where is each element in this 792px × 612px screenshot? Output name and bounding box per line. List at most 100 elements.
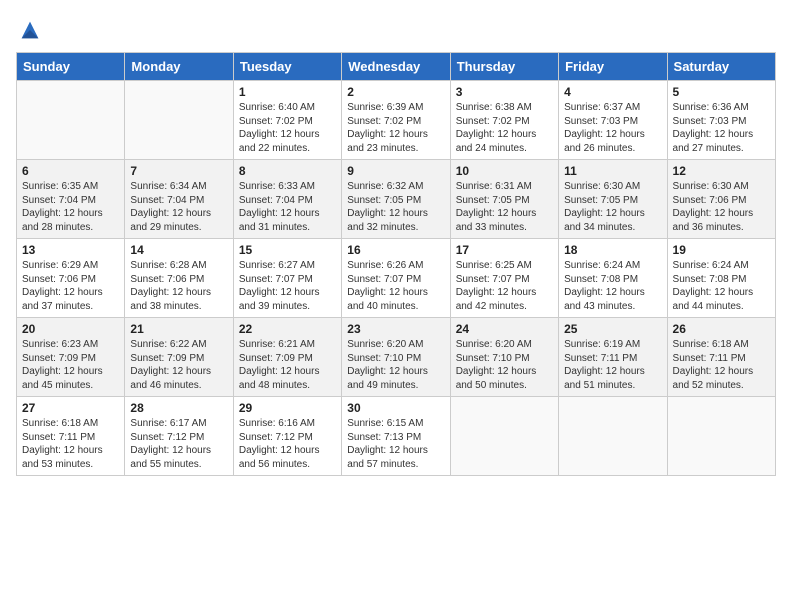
day-info: Sunrise: 6:38 AM Sunset: 7:02 PM Dayligh… (456, 101, 553, 155)
day-number: 2 (347, 85, 444, 99)
calendar-day-cell: 10 Sunrise: 6:31 AM Sunset: 7:05 PM Dayli… (450, 160, 558, 239)
day-info: Sunrise: 6:24 AM Sunset: 7:08 PM Dayligh… (564, 259, 661, 313)
day-number: 3 (456, 85, 553, 99)
calendar-day-cell: 6 Sunrise: 6:35 AM Sunset: 7:04 PM Daylig… (17, 160, 125, 239)
day-number: 29 (239, 401, 336, 415)
day-info: Sunrise: 6:16 AM Sunset: 7:12 PM Dayligh… (239, 417, 336, 471)
calendar-day-cell: 22 Sunrise: 6:21 AM Sunset: 7:09 PM Dayli… (233, 318, 341, 397)
day-info: Sunrise: 6:21 AM Sunset: 7:09 PM Dayligh… (239, 338, 336, 392)
calendar-day-cell: 30 Sunrise: 6:15 AM Sunset: 7:13 PM Dayli… (342, 397, 450, 476)
day-info: Sunrise: 6:30 AM Sunset: 7:06 PM Dayligh… (673, 180, 770, 234)
calendar-day-cell: 14 Sunrise: 6:28 AM Sunset: 7:06 PM Dayli… (125, 239, 233, 318)
calendar-day-cell: 13 Sunrise: 6:29 AM Sunset: 7:06 PM Dayli… (17, 239, 125, 318)
calendar-week-row: 20Sunrise: 6:23 AM Sunset: 7:09 PM Dayli… (17, 318, 776, 397)
day-info: Sunrise: 6:20 AM Sunset: 7:10 PM Dayligh… (456, 338, 553, 392)
header-saturday: Saturday (667, 53, 775, 81)
calendar-day-cell: 18 Sunrise: 6:24 AM Sunset: 7:08 PM Dayli… (559, 239, 667, 318)
calendar-day-cell: 26 Sunrise: 6:18 AM Sunset: 7:11 PM Dayli… (667, 318, 775, 397)
day-info: Sunrise: 6:25 AM Sunset: 7:07 PM Dayligh… (456, 259, 553, 313)
calendar-day-cell: 28 Sunrise: 6:17 AM Sunset: 7:12 PM Dayli… (125, 397, 233, 476)
header-thursday: Thursday (450, 53, 558, 81)
day-number: 14 (130, 243, 227, 257)
day-number: 13 (22, 243, 119, 257)
day-info: Sunrise: 6:40 AM Sunset: 7:02 PM Dayligh… (239, 101, 336, 155)
calendar-day-cell (125, 81, 233, 160)
day-info: Sunrise: 6:24 AM Sunset: 7:08 PM Dayligh… (673, 259, 770, 313)
calendar-day-cell: 29 Sunrise: 6:16 AM Sunset: 7:12 PM Dayli… (233, 397, 341, 476)
day-number: 27 (22, 401, 119, 415)
day-info: Sunrise: 6:19 AM Sunset: 7:11 PM Dayligh… (564, 338, 661, 392)
day-info: Sunrise: 6:35 AM Sunset: 7:04 PM Dayligh… (22, 180, 119, 234)
calendar-day-cell: 4 Sunrise: 6:37 AM Sunset: 7:03 PM Daylig… (559, 81, 667, 160)
day-number: 22 (239, 322, 336, 336)
calendar-day-cell: 5 Sunrise: 6:36 AM Sunset: 7:03 PM Daylig… (667, 81, 775, 160)
calendar-day-cell: 17 Sunrise: 6:25 AM Sunset: 7:07 PM Dayli… (450, 239, 558, 318)
day-number: 25 (564, 322, 661, 336)
day-number: 10 (456, 164, 553, 178)
day-number: 18 (564, 243, 661, 257)
day-info: Sunrise: 6:30 AM Sunset: 7:05 PM Dayligh… (564, 180, 661, 234)
calendar-week-row: 6 Sunrise: 6:35 AM Sunset: 7:04 PM Daylig… (17, 160, 776, 239)
calendar-day-cell: 11 Sunrise: 6:30 AM Sunset: 7:05 PM Dayli… (559, 160, 667, 239)
calendar-day-cell: 7Sunrise: 6:34 AM Sunset: 7:04 PM Daylig… (125, 160, 233, 239)
calendar-day-cell: 8 Sunrise: 6:33 AM Sunset: 7:04 PM Daylig… (233, 160, 341, 239)
day-number: 5 (673, 85, 770, 99)
day-number: 12 (673, 164, 770, 178)
calendar-day-cell: 19 Sunrise: 6:24 AM Sunset: 7:08 PM Dayli… (667, 239, 775, 318)
day-info: Sunrise: 6:15 AM Sunset: 7:13 PM Dayligh… (347, 417, 444, 471)
calendar-day-cell: 12 Sunrise: 6:30 AM Sunset: 7:06 PM Dayli… (667, 160, 775, 239)
day-info: Sunrise: 6:26 AM Sunset: 7:07 PM Dayligh… (347, 259, 444, 313)
day-info: Sunrise: 6:33 AM Sunset: 7:04 PM Dayligh… (239, 180, 336, 234)
logo (16, 16, 48, 44)
day-number: 28 (130, 401, 227, 415)
day-info: Sunrise: 6:22 AM Sunset: 7:09 PM Dayligh… (130, 338, 227, 392)
day-number: 11 (564, 164, 661, 178)
day-number: 6 (22, 164, 119, 178)
calendar-day-cell: 15 Sunrise: 6:27 AM Sunset: 7:07 PM Dayli… (233, 239, 341, 318)
calendar-day-cell: 9Sunrise: 6:32 AM Sunset: 7:05 PM Daylig… (342, 160, 450, 239)
calendar-day-cell (450, 397, 558, 476)
day-info: Sunrise: 6:37 AM Sunset: 7:03 PM Dayligh… (564, 101, 661, 155)
day-number: 23 (347, 322, 444, 336)
day-info: Sunrise: 6:31 AM Sunset: 7:05 PM Dayligh… (456, 180, 553, 234)
day-number: 30 (347, 401, 444, 415)
calendar-week-row: 27Sunrise: 6:18 AM Sunset: 7:11 PM Dayli… (17, 397, 776, 476)
day-info: Sunrise: 6:29 AM Sunset: 7:06 PM Dayligh… (22, 259, 119, 313)
day-number: 4 (564, 85, 661, 99)
day-info: Sunrise: 6:39 AM Sunset: 7:02 PM Dayligh… (347, 101, 444, 155)
calendar-day-cell: 25 Sunrise: 6:19 AM Sunset: 7:11 PM Dayli… (559, 318, 667, 397)
day-number: 16 (347, 243, 444, 257)
header-wednesday: Wednesday (342, 53, 450, 81)
calendar-day-cell: 24 Sunrise: 6:20 AM Sunset: 7:10 PM Dayli… (450, 318, 558, 397)
calendar-week-row: 1 Sunrise: 6:40 AM Sunset: 7:02 PM Daylig… (17, 81, 776, 160)
day-info: Sunrise: 6:17 AM Sunset: 7:12 PM Dayligh… (130, 417, 227, 471)
page-header (16, 16, 776, 44)
day-number: 7 (130, 164, 227, 178)
calendar-day-cell: 2 Sunrise: 6:39 AM Sunset: 7:02 PM Daylig… (342, 81, 450, 160)
calendar-week-row: 13 Sunrise: 6:29 AM Sunset: 7:06 PM Dayli… (17, 239, 776, 318)
day-number: 8 (239, 164, 336, 178)
day-info: Sunrise: 6:20 AM Sunset: 7:10 PM Dayligh… (347, 338, 444, 392)
day-number: 24 (456, 322, 553, 336)
day-info: Sunrise: 6:28 AM Sunset: 7:06 PM Dayligh… (130, 259, 227, 313)
day-info: Sunrise: 6:27 AM Sunset: 7:07 PM Dayligh… (239, 259, 336, 313)
day-number: 21 (130, 322, 227, 336)
calendar-day-cell: 16 Sunrise: 6:26 AM Sunset: 7:07 PM Dayli… (342, 239, 450, 318)
calendar-day-cell (559, 397, 667, 476)
day-number: 17 (456, 243, 553, 257)
calendar-day-cell: 1 Sunrise: 6:40 AM Sunset: 7:02 PM Daylig… (233, 81, 341, 160)
calendar-day-cell: 3 Sunrise: 6:38 AM Sunset: 7:02 PM Daylig… (450, 81, 558, 160)
day-number: 26 (673, 322, 770, 336)
day-info: Sunrise: 6:23 AM Sunset: 7:09 PM Dayligh… (22, 338, 119, 392)
day-number: 15 (239, 243, 336, 257)
calendar-day-cell: 21 Sunrise: 6:22 AM Sunset: 7:09 PM Dayli… (125, 318, 233, 397)
calendar-day-cell: 27Sunrise: 6:18 AM Sunset: 7:11 PM Dayli… (17, 397, 125, 476)
day-number: 19 (673, 243, 770, 257)
calendar-day-cell (667, 397, 775, 476)
day-info: Sunrise: 6:18 AM Sunset: 7:11 PM Dayligh… (673, 338, 770, 392)
calendar-header-row: SundayMondayTuesdayWednesdayThursdayFrid… (17, 53, 776, 81)
header-monday: Monday (125, 53, 233, 81)
day-info: Sunrise: 6:36 AM Sunset: 7:03 PM Dayligh… (673, 101, 770, 155)
day-number: 1 (239, 85, 336, 99)
day-number: 9 (347, 164, 444, 178)
